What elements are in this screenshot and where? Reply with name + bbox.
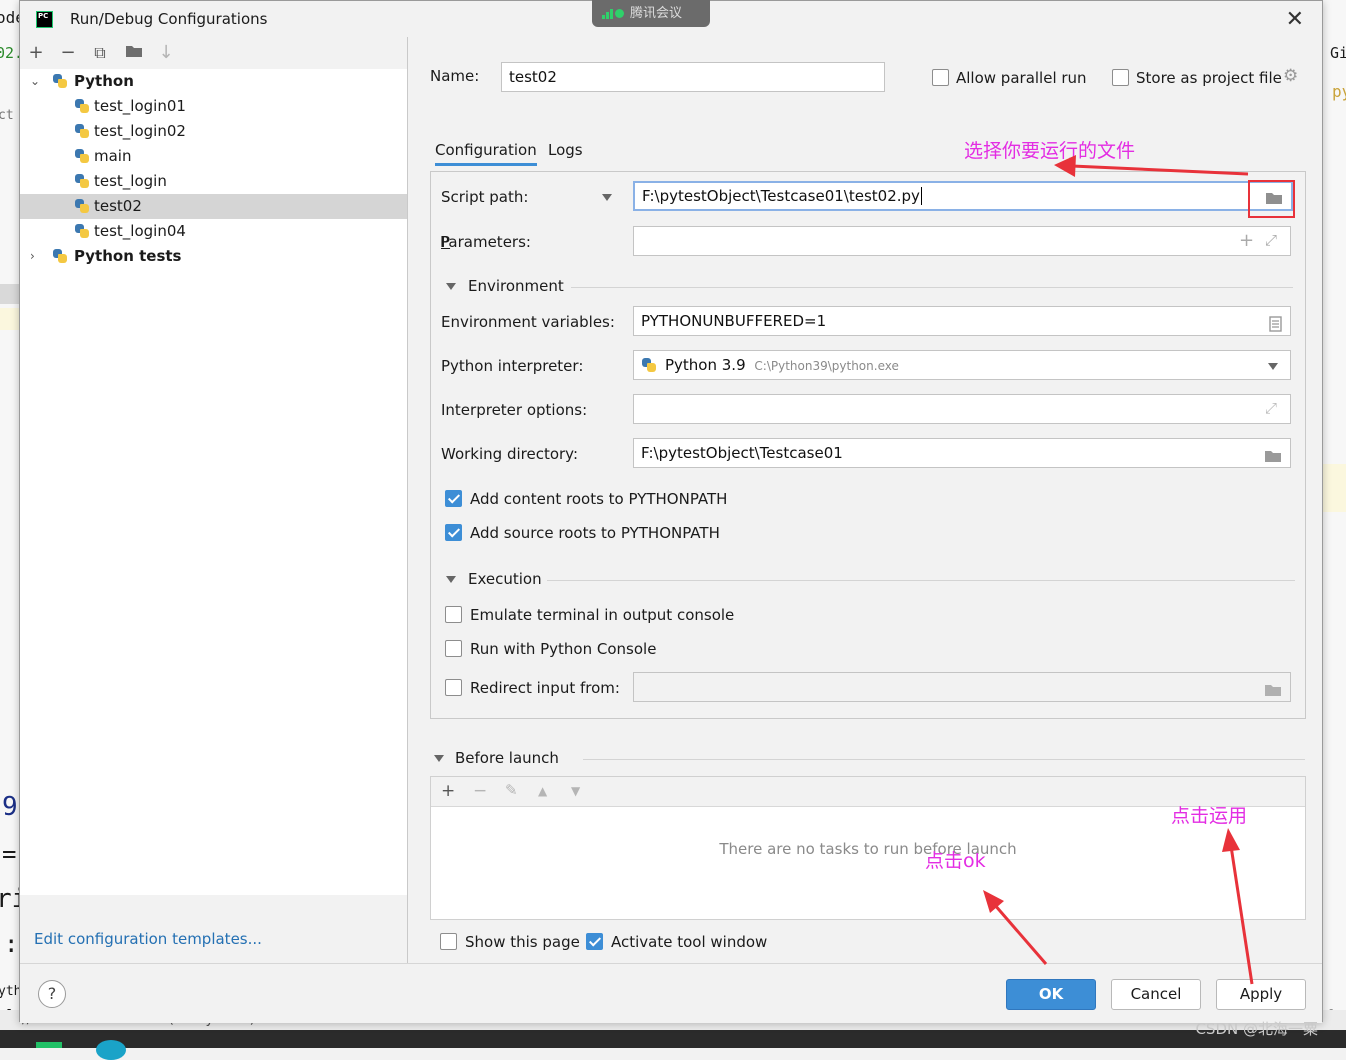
- annotation-arrows: [983, 155, 1254, 985]
- arrow-to-ok: [983, 890, 1048, 965]
- arrow-to-apply: [1222, 828, 1254, 985]
- arrow-to-script-path: [1054, 155, 1249, 177]
- watermark: CSDN @北海一粟: [1195, 1020, 1318, 1038]
